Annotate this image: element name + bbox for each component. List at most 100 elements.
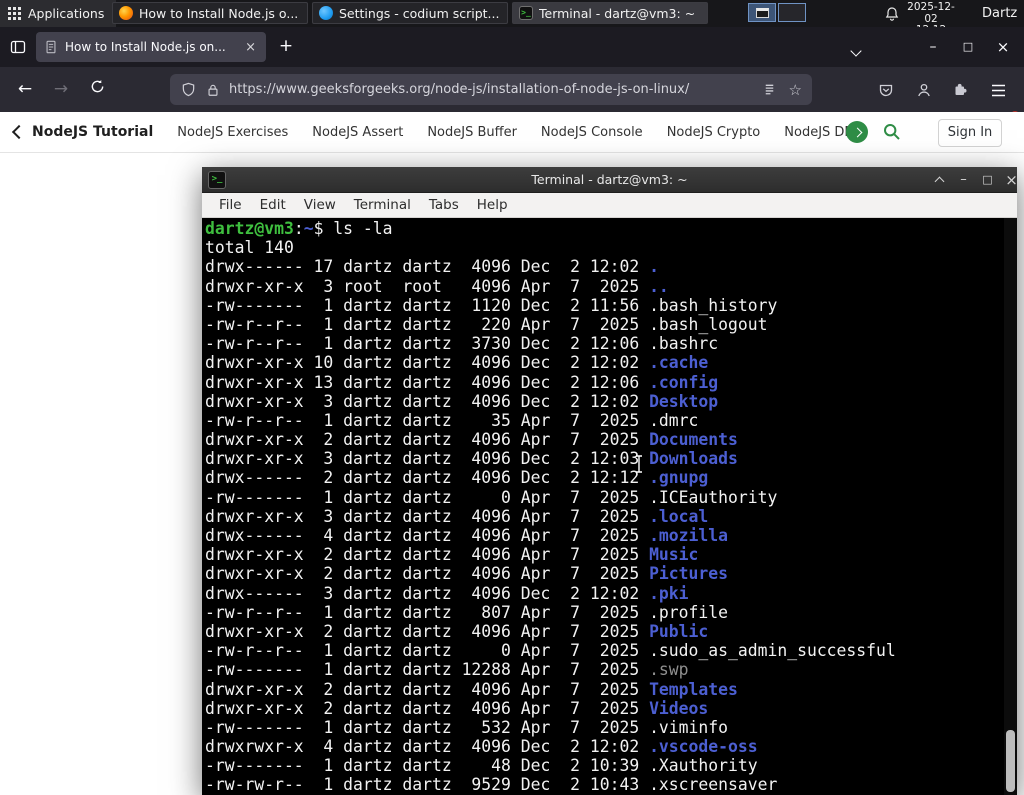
menu-tabs[interactable]: Tabs [420,197,468,213]
workspace-switcher[interactable] [748,3,806,22]
menu-file[interactable]: File [210,197,251,213]
terminal-close-button[interactable]: × [1000,167,1023,193]
chevron-up-icon [934,176,945,187]
bell-icon[interactable] [884,6,900,22]
site-navbar: NodeJS Tutorial NodeJS Exercises NodeJS A… [0,112,1024,153]
extensions-icon [955,83,967,95]
chevron-left-icon[interactable] [11,124,27,140]
panel-user-label: Dartz [982,6,1018,21]
account-icon [918,83,930,97]
window-minimize-button[interactable]: – [918,34,948,60]
terminal-line: drwxr-xr-x 2 dartz dartz 4096 Apr 7 2025… [205,564,729,584]
sign-in-button[interactable]: Sign In [938,119,1002,147]
terminal-output[interactable]: dartz@vm3:~$ ls -la total 140 drwx------ 1… [202,218,1017,795]
hamburger-menu-icon [991,84,1005,96]
terminal-shade-button[interactable] [928,167,951,193]
terminal-line: drwxr-xr-x 3 dartz dartz 4096 Apr 7 2025… [205,506,709,526]
bookmark-star-icon[interactable]: ☆ [789,81,802,99]
terminal-line: drwxr-xr-x 3 root root 4096 Apr 7 2025 .… [205,276,669,296]
browser-window: How to Install Node.js on... × + – □ × ←… [0,27,1024,795]
firefox-icon [119,6,133,20]
terminal-line: dartz@vm3:~$ ls -la [205,219,393,238]
reload-icon [91,79,103,93]
nav-link-1[interactable]: NodeJS Exercises [177,125,288,140]
terminal-line: drwxr-xr-x 2 dartz dartz 4096 Apr 7 2025… [205,679,738,699]
menu-terminal[interactable]: Terminal [345,197,420,213]
search-icon[interactable] [882,122,902,142]
account-button[interactable] [910,76,938,104]
terminal-line: -rw-r--r-- 1 dartz dartz 807 Apr 7 2025 … [205,602,729,622]
mini-window-icon [756,8,769,18]
terminal-line: drwx------ 4 dartz dartz 4096 Apr 7 2025… [205,526,729,545]
terminal-icon: >_ [519,6,533,20]
codium-icon [319,6,333,20]
tab-title: How to Install Node.js on... [65,40,226,54]
reload-button[interactable] [82,75,112,105]
pocket-icon [879,84,893,97]
terminal-maximize-button[interactable]: □ [976,167,999,193]
taskbar-item-1[interactable]: How to Install Node.js o... [112,2,308,24]
workspace-1[interactable] [748,3,776,22]
nav-link-4[interactable]: NodeJS Console [541,125,643,140]
terminal-line: drwx------ 2 dartz dartz 4096 Dec 2 12:1… [205,468,709,488]
applications-label: Applications [28,6,105,21]
taskbar-item-3[interactable]: >_ Terminal - dartz@vm3: ~ [512,2,708,24]
terminal-line: drwxr-xr-x 2 dartz dartz 4096 Apr 7 2025… [205,545,699,565]
firefox-view-icon[interactable] [10,39,26,55]
workspace-2[interactable] [778,3,806,22]
terminal-line: total 140 [205,238,294,258]
browser-tab[interactable]: How to Install Node.js on... × [36,32,266,62]
nav-link-3[interactable]: NodeJS Buffer [427,125,517,140]
tab-close-button[interactable]: × [243,40,258,55]
terminal-menubar: File Edit View Terminal Tabs Help [202,193,1017,218]
site-nav-current[interactable]: NodeJS Tutorial [32,124,153,140]
url-text: https://www.geeksforgeeks.org/node-js/in… [229,82,690,97]
window-maximize-button[interactable]: □ [953,34,983,60]
terminal-line: -rw-rw-r-- 1 dartz dartz 9529 Dec 2 10:4… [205,775,778,795]
terminal-line: -rw------- 1 dartz dartz 1120 Dec 2 11:5… [205,295,778,315]
nav-link-2[interactable]: NodeJS Assert [312,125,403,140]
extensions-button[interactable] [946,76,974,104]
menu-help[interactable]: Help [468,197,517,213]
terminal-line: drwxr-xr-x 10 dartz dartz 4096 Dec 2 12:… [205,353,709,373]
terminal-screen[interactable]: dartz@vm3:~$ ls -la total 140 drwx------ 1… [202,218,1017,795]
terminal-scrollbar[interactable] [1004,218,1017,795]
browser-tab-bar: How to Install Node.js on... × + – □ × [0,27,1024,67]
terminal-titlebar[interactable]: Terminal - dartz@vm3: ~ >_ – □ × [202,167,1018,193]
taskbar-item-label: Settings - codium script... [339,5,500,21]
new-tab-button[interactable]: + [274,35,298,59]
terminal-window: Terminal - dartz@vm3: ~ >_ – □ × File Edi… [202,167,1018,795]
shield-icon[interactable] [181,82,196,97]
url-bar[interactable]: https://www.geeksforgeeks.org/node-js/in… [170,74,812,105]
terminal-minimize-button[interactable]: – [952,167,975,193]
hamburger-menu-button[interactable] [984,76,1012,104]
terminal-line: drwxr-xr-x 2 dartz dartz 4096 Apr 7 2025… [205,621,709,641]
taskbar-item-label: Terminal - dartz@vm3: ~ [539,5,696,21]
nav-link-6[interactable]: NodeJS DNS [784,125,849,140]
back-button[interactable]: ← [10,75,40,105]
list-all-tabs-button[interactable] [850,40,872,60]
desktop-panel: Applications How to Install Node.js o...… [0,0,1024,36]
forward-button[interactable]: → [46,75,76,105]
terminal-title: Terminal - dartz@vm3: ~ [531,172,688,187]
terminal-line: -rw------- 1 dartz dartz 12288 Apr 7 202… [205,660,689,680]
taskbar-item-2[interactable]: Settings - codium script... [312,2,508,24]
terminal-scrollbar-thumb[interactable] [1006,730,1015,792]
lock-icon[interactable] [206,83,220,97]
chevron-down-icon [850,45,862,57]
nav-link-5[interactable]: NodeJS Crypto [667,125,761,140]
window-close-button[interactable]: × [988,34,1018,60]
nav-scroll-right-button[interactable] [846,121,868,143]
terminal-line: -rw------- 1 dartz dartz 532 Apr 7 2025 … [205,717,729,737]
terminal-line: -rw-r--r-- 1 dartz dartz 35 Apr 7 2025 .… [205,410,699,430]
pocket-button[interactable] [872,76,900,104]
applications-menu-button[interactable]: Applications [0,0,117,27]
applications-grid-icon [8,7,21,20]
terminal-line: -rw------- 1 dartz dartz 0 Apr 7 2025 .I… [205,487,778,507]
reader-mode-icon[interactable] [762,82,777,97]
menu-edit[interactable]: Edit [251,197,295,213]
terminal-line: -rw-r--r-- 1 dartz dartz 220 Apr 7 2025 … [205,314,768,334]
terminal-line: drwxr-xr-x 2 dartz dartz 4096 Apr 7 2025… [205,430,738,450]
menu-view[interactable]: View [295,197,345,213]
clock-date: 2025-12-02 [907,1,955,25]
